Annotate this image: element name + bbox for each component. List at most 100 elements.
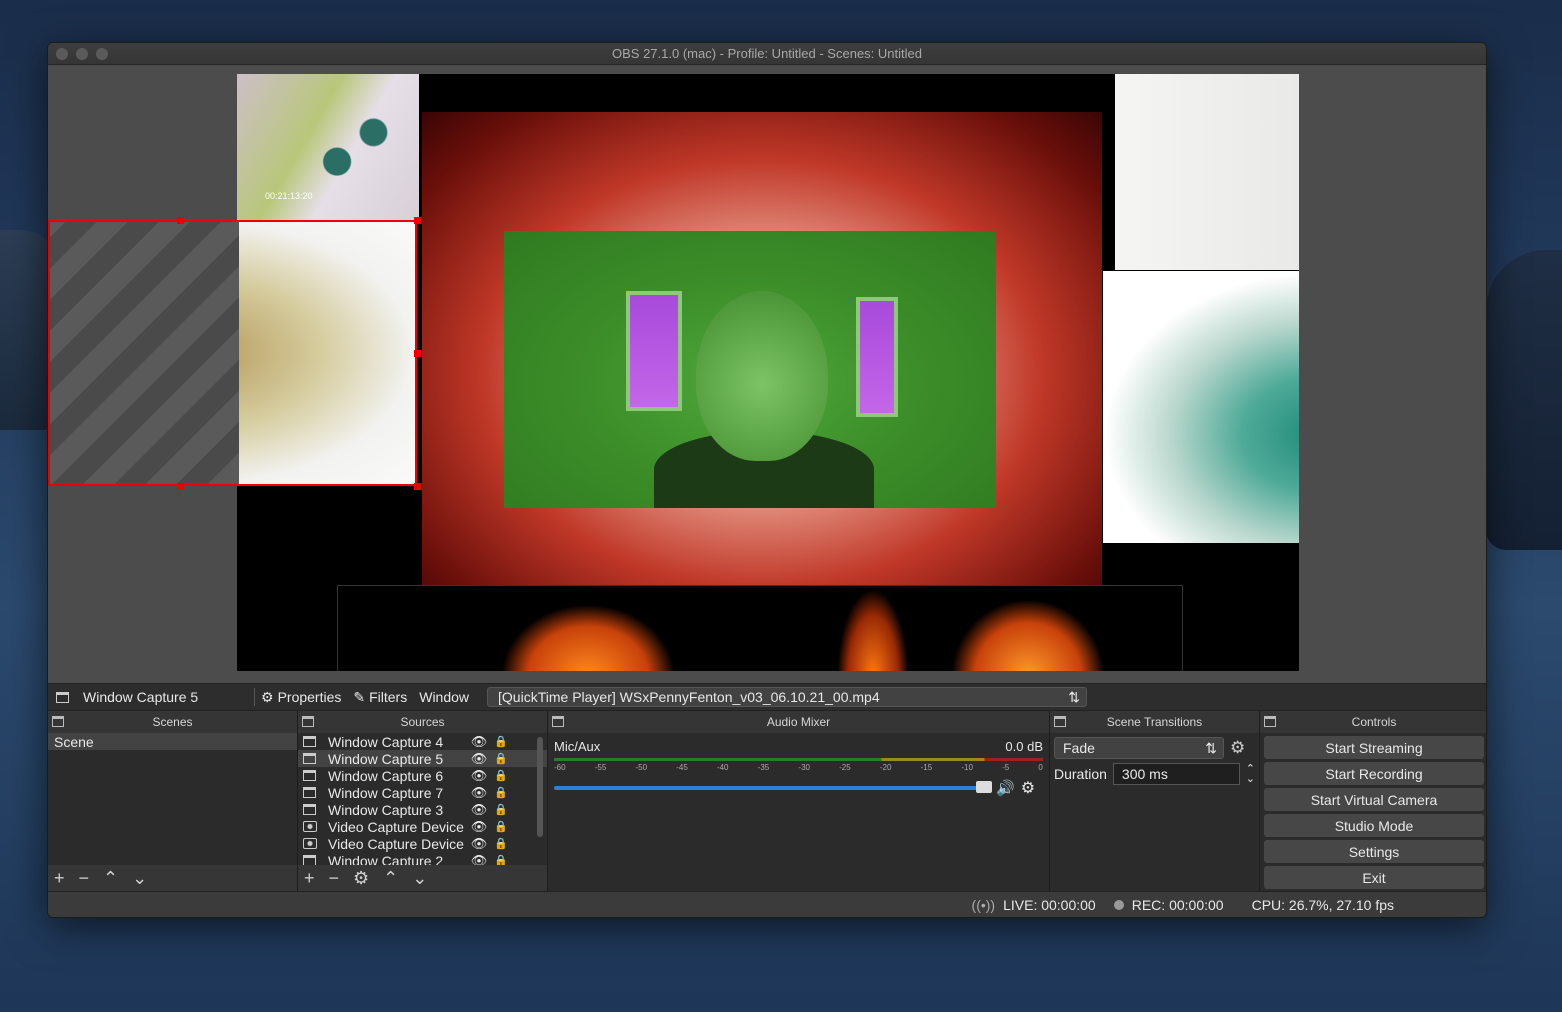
studio-mode-button[interactable]: Studio Mode xyxy=(1264,814,1484,837)
obs-window: OBS 27.1.0 (mac) - Profile: Untitled - S… xyxy=(47,42,1487,918)
speaker-icon[interactable]: 🔊 xyxy=(996,779,1015,797)
toolbar-divider xyxy=(254,688,255,706)
start-streaming-button[interactable]: Start Streaming xyxy=(1264,736,1484,759)
remove-source-button[interactable]: − xyxy=(329,868,340,889)
eye-icon[interactable]: 👁 xyxy=(465,802,493,818)
window-title: OBS 27.1.0 (mac) - Profile: Untitled - S… xyxy=(612,46,922,61)
webcam-source[interactable] xyxy=(504,231,996,508)
lock-icon[interactable]: 🔒 xyxy=(493,837,509,850)
channel-name: Mic/Aux xyxy=(554,739,601,754)
source-item[interactable]: Window Capture 7 👁 🔒 xyxy=(298,784,547,801)
lock-icon[interactable]: 🔒 xyxy=(493,735,509,748)
window-icon xyxy=(56,691,69,703)
zoom-window-button[interactable] xyxy=(96,48,108,60)
close-window-button[interactable] xyxy=(56,48,68,60)
source-item[interactable]: Window Capture 5 👁 🔒 xyxy=(298,750,547,767)
filter-icon: ✎ xyxy=(353,688,366,705)
move-scene-up-button[interactable]: ⌃ xyxy=(103,868,118,889)
filters-button[interactable]: ✎ Filters xyxy=(353,689,407,706)
cpu-status: CPU: 26.7%, 27.10 fps xyxy=(1251,896,1394,913)
volume-slider[interactable] xyxy=(554,781,992,793)
scenes-dock: Scenes Scene + − ⌃ ⌄ xyxy=(48,711,298,891)
window-select[interactable]: [QuickTime Player] WSxPennyFenton_v03_06… xyxy=(487,687,1088,707)
undock-icon[interactable] xyxy=(1264,716,1276,727)
resize-handle-bottom-right[interactable] xyxy=(414,483,421,490)
move-source-down-button[interactable]: ⌄ xyxy=(412,868,427,889)
source-item[interactable]: Video Capture Device 3 👁 🔒 xyxy=(298,818,547,835)
transition-gear-icon[interactable]: ⚙ xyxy=(1230,738,1245,758)
resize-handle-bottom[interactable] xyxy=(177,483,184,490)
webcam-window-left xyxy=(626,291,682,411)
source-item-label: Window Capture 3 xyxy=(328,801,444,818)
minimize-window-button[interactable] xyxy=(76,48,88,60)
controls-dock: Controls Start Streaming Start Recording… xyxy=(1260,711,1486,891)
eye-icon[interactable]: 👁 xyxy=(465,819,493,835)
source-item-label: Video Capture Device 3 xyxy=(328,818,465,835)
controls-title-label: Controls xyxy=(1351,715,1397,729)
eye-icon[interactable]: 👁 xyxy=(465,785,493,801)
selected-source-bounding-box[interactable] xyxy=(48,220,417,486)
lock-icon[interactable]: 🔒 xyxy=(493,820,509,833)
start-virtual-camera-button[interactable]: Start Virtual Camera xyxy=(1264,788,1484,811)
sources-list: Window Capture 4 👁 🔒 Window Capture 5 👁 … xyxy=(298,733,547,891)
gear-icon: ⚙ xyxy=(261,688,274,705)
sources-dock: Sources Window Capture 4 👁 🔒 Window Capt… xyxy=(298,711,548,891)
duration-row: Duration 300 ms ⌃ ⌄ xyxy=(1054,763,1255,785)
properties-label: Properties xyxy=(277,689,342,705)
lock-icon[interactable]: 🔒 xyxy=(493,769,509,782)
microscope-source-top[interactable]: 00:21:13:20 xyxy=(237,74,419,220)
eye-icon[interactable]: 👁 xyxy=(465,768,493,784)
source-item[interactable]: Video Capture Device 4 👁 🔒 xyxy=(298,835,547,852)
add-scene-button[interactable]: + xyxy=(54,868,65,889)
start-recording-button[interactable]: Start Recording xyxy=(1264,762,1484,785)
sources-dock-title: Sources xyxy=(298,711,547,733)
volume-slider-handle[interactable] xyxy=(976,781,992,793)
duration-input[interactable]: 300 ms xyxy=(1112,763,1240,785)
preview-area[interactable]: 00:21:13:20 xyxy=(48,65,1486,683)
record-dot-icon xyxy=(1113,899,1124,910)
source-properties-gear-icon[interactable]: ⚙ xyxy=(353,868,369,889)
scene-item[interactable]: Scene xyxy=(48,733,297,750)
undock-icon[interactable] xyxy=(302,716,314,727)
exit-button[interactable]: Exit xyxy=(1264,866,1484,889)
resize-handle-right[interactable] xyxy=(414,350,421,357)
lock-icon[interactable]: 🔒 xyxy=(493,786,509,799)
white-source-right[interactable] xyxy=(1115,74,1299,270)
mixer-channel: Mic/Aux 0.0 dB -60 -55 -50 -45 -40 -35 -… xyxy=(548,733,1049,798)
webcam-window-right xyxy=(856,297,898,417)
source-item-label: Window Capture 4 xyxy=(328,733,444,750)
duration-stepper[interactable]: ⌃ ⌄ xyxy=(1246,764,1255,785)
add-source-button[interactable]: + xyxy=(304,868,315,889)
move-scene-down-button[interactable]: ⌄ xyxy=(132,868,147,889)
properties-button[interactable]: ⚙ Properties xyxy=(261,689,341,706)
eye-icon[interactable]: 👁 xyxy=(465,836,493,852)
remove-scene-button[interactable]: − xyxy=(79,868,90,889)
source-item[interactable]: Window Capture 4 👁 🔒 xyxy=(298,733,547,750)
window-controls xyxy=(56,48,108,60)
undock-icon[interactable] xyxy=(52,716,64,727)
sources-scrollbar[interactable] xyxy=(537,737,543,837)
source-item[interactable]: Window Capture 3 👁 🔒 xyxy=(298,801,547,818)
webcam-person-face xyxy=(696,291,828,461)
microscope-source-right[interactable] xyxy=(1103,271,1299,543)
title-bar: OBS 27.1.0 (mac) - Profile: Untitled - S… xyxy=(48,43,1486,65)
gear-icon[interactable]: ⚙ xyxy=(1021,778,1035,798)
meter-tick-label: -60 xyxy=(554,763,566,772)
undock-icon[interactable] xyxy=(552,716,564,727)
source-item[interactable]: Window Capture 6 👁 🔒 xyxy=(298,767,547,784)
audio-mixer-title-label: Audio Mixer xyxy=(766,715,831,729)
resize-handle-top[interactable] xyxy=(177,217,184,224)
lock-icon[interactable]: 🔒 xyxy=(493,752,509,765)
transition-select-value: Fade xyxy=(1063,740,1095,756)
stepper-down-icon[interactable]: ⌄ xyxy=(1246,774,1255,785)
resize-handle-top-right[interactable] xyxy=(414,217,421,224)
undock-icon[interactable] xyxy=(1054,716,1066,727)
settings-button[interactable]: Settings xyxy=(1264,840,1484,863)
eye-icon[interactable]: 👁 xyxy=(465,751,493,767)
eye-icon[interactable]: 👁 xyxy=(465,734,493,750)
fire-video-source[interactable] xyxy=(337,585,1183,671)
lock-icon[interactable]: 🔒 xyxy=(493,803,509,816)
move-source-up-button[interactable]: ⌃ xyxy=(383,868,398,889)
transition-select[interactable]: Fade ⇅ xyxy=(1054,737,1224,759)
audio-mixer-dock: Audio Mixer Mic/Aux 0.0 dB -60 -55 -50 -… xyxy=(548,711,1050,891)
